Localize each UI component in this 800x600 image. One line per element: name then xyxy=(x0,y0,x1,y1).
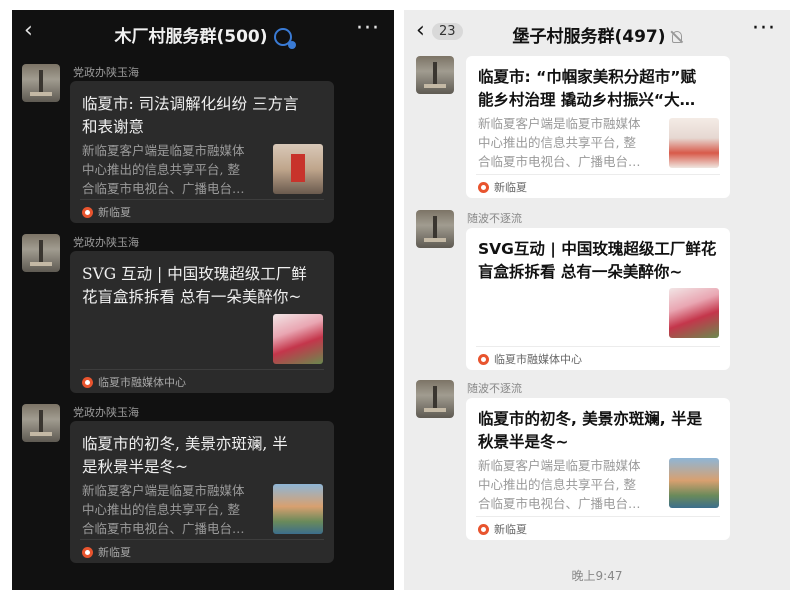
avatar[interactable] xyxy=(22,234,60,272)
card-divider xyxy=(476,174,720,175)
card-title-line: 是秋景半是冬~ xyxy=(82,458,188,476)
sender-name: 随波不逐流 xyxy=(467,212,522,225)
link-card[interactable]: SVG 互动 | 中国玫瑰超级工厂鲜 花盲盒拆拆看 总有一朵美醉你~ 临夏市融媒… xyxy=(70,251,334,393)
card-thumbnail xyxy=(273,314,323,364)
avatar[interactable] xyxy=(22,404,60,442)
card-title: 临夏市的初冬, 美景亦斑斓, 半 是秋景半是冬~ xyxy=(82,433,328,479)
chat-title: 木厂村服务群(500) xyxy=(114,27,268,47)
card-title-line: 临夏市的初冬, 美景亦斑斓, 半是 xyxy=(478,410,703,428)
more-icon[interactable]: ··· xyxy=(752,16,776,41)
card-thumbnail xyxy=(669,118,719,168)
card-thumbnail xyxy=(273,484,323,534)
avatar[interactable] xyxy=(416,210,454,248)
card-desc-line: 新临夏客户端是临夏市融媒体 xyxy=(82,143,245,158)
card-desc-line: 中心推出的信息共享平台, 整 xyxy=(82,162,240,177)
card-title-line: 盲盒拆拆看 总有一朵美醉你~ xyxy=(478,263,683,281)
sender-name: 党政办陕玉海 xyxy=(73,406,139,419)
avatar[interactable] xyxy=(416,380,454,418)
card-title-line: 秋景半是冬~ xyxy=(478,433,569,451)
left-chat-window: ‹ 木厂村服务群(500) ··· 党政办陕玉海 临夏市: 司法调解化纠纷 三方… xyxy=(12,10,394,590)
sender-name: 党政办陕玉海 xyxy=(73,236,139,249)
link-card[interactable]: 临夏市: “巾帼家美积分超市”赋 能乡村治理 撬动乡村振兴“大… 新临夏客户端是… xyxy=(466,56,730,198)
source-name: 新临夏 xyxy=(98,206,131,219)
card-divider xyxy=(80,369,324,370)
chat-message: 党政办陕玉海 临夏市的初冬, 美景亦斑斓, 半 是秋景半是冬~ 新临夏客户端是临… xyxy=(22,404,382,564)
card-title: 临夏市: “巾帼家美积分超市”赋 能乡村治理 撬动乡村振兴“大… xyxy=(478,66,728,112)
card-desc-line: 新临夏客户端是临夏市融媒体 xyxy=(478,458,641,473)
card-title-line: 能乡村治理 撬动乡村振兴“大… xyxy=(478,91,696,109)
chat-title-wrap: 木厂村服务群(500) xyxy=(12,22,394,49)
card-thumbnail xyxy=(273,144,323,194)
card-title: 临夏市的初冬, 美景亦斑斓, 半是 秋景半是冬~ xyxy=(478,408,728,454)
card-source: 新临夏 xyxy=(82,544,131,560)
card-description: 新临夏客户端是临夏市融媒体 中心推出的信息共享平台, 整 合临夏市电视台、广播电… xyxy=(478,114,666,171)
card-source: 临夏市融媒体中心 xyxy=(82,374,186,390)
card-thumbnail xyxy=(669,288,719,338)
card-desc-line: 中心推出的信息共享平台, 整 xyxy=(478,477,636,492)
source-logo-icon xyxy=(82,206,93,218)
card-desc-line: 合临夏市电视台、广播电台… xyxy=(478,154,641,169)
link-card[interactable]: 临夏市的初冬, 美景亦斑斓, 半是 秋景半是冬~ 新临夏客户端是临夏市融媒体 中… xyxy=(466,398,730,540)
card-description: 新临夏客户端是临夏市融媒体 中心推出的信息共享平台, 整 合临夏市电视台、广播电… xyxy=(82,141,267,198)
source-name: 新临夏 xyxy=(98,546,131,559)
sender-name: 随波不逐流 xyxy=(467,382,522,395)
message-timestamp: 晚上9:47 xyxy=(571,569,623,583)
card-title-line: 临夏市: “巾帼家美积分超市”赋 xyxy=(478,68,696,86)
link-card[interactable]: 临夏市的初冬, 美景亦斑斓, 半 是秋景半是冬~ 新临夏客户端是临夏市融媒体 中… xyxy=(70,421,334,563)
chat-message: 党政办陕玉海 SVG 互动 | 中国玫瑰超级工厂鲜 花盲盒拆拆看 总有一朵美醉你… xyxy=(22,234,382,394)
right-chat-window: ‹ 23 堡子村服务群(497) ··· 临夏市: “巾帼家美积分超市”赋 能乡… xyxy=(404,10,790,590)
card-title-line: 临夏市: 司法调解化纠纷 三方言 xyxy=(82,95,299,113)
source-name: 临夏市融媒体中心 xyxy=(98,376,186,389)
card-desc-line: 新临夏客户端是临夏市融媒体 xyxy=(478,116,641,131)
chat-message: 随波不逐流 SVG互动 | 中国玫瑰超级工厂鲜花 盲盒拆拆看 总有一朵美醉你~ … xyxy=(416,210,776,370)
card-source: 新临夏 xyxy=(478,521,527,537)
card-desc-line: 合临夏市电视台、广播电台… xyxy=(82,181,245,196)
card-thumbnail xyxy=(669,458,719,508)
card-title: SVG互动 | 中国玫瑰超级工厂鲜花 盲盒拆拆看 总有一朵美醉你~ xyxy=(478,238,728,284)
card-divider xyxy=(476,516,720,517)
card-description: 新临夏客户端是临夏市融媒体 中心推出的信息共享平台, 整 合临夏市电视台、广播电… xyxy=(82,481,267,538)
source-logo-icon xyxy=(478,523,489,535)
card-title: SVG 互动 | 中国玫瑰超级工厂鲜 花盲盒拆拆看 总有一朵美醉你~ xyxy=(82,263,330,309)
source-name: 新临夏 xyxy=(494,523,527,536)
card-source: 新临夏 xyxy=(478,179,527,195)
avatar[interactable] xyxy=(22,64,60,102)
chat-header: ‹ 木厂村服务群(500) ··· xyxy=(12,10,394,54)
card-divider xyxy=(80,199,324,200)
card-source: 临夏市融媒体中心 xyxy=(478,351,582,367)
chat-message: 党政办陕玉海 临夏市: 司法调解化纠纷 三方言 和表谢意 新临夏客户端是临夏市融… xyxy=(22,64,382,224)
more-icon[interactable]: ··· xyxy=(356,16,380,41)
card-title: 临夏市: 司法调解化纠纷 三方言 和表谢意 xyxy=(82,93,328,139)
sender-name: 党政办陕玉海 xyxy=(73,66,139,79)
link-card[interactable]: 临夏市: 司法调解化纠纷 三方言 和表谢意 新临夏客户端是临夏市融媒体 中心推出… xyxy=(70,81,334,223)
card-title-line: SVG 互动 | 中国玫瑰超级工厂鲜 xyxy=(82,265,307,283)
source-logo-icon xyxy=(478,353,489,365)
card-description: 新临夏客户端是临夏市融媒体 中心推出的信息共享平台, 整 合临夏市电视台、广播电… xyxy=(478,456,666,513)
card-desc-line: 中心推出的信息共享平台, 整 xyxy=(478,135,636,150)
chat-message: 随波不逐流 临夏市的初冬, 美景亦斑斓, 半是 秋景半是冬~ 新临夏客户端是临夏… xyxy=(416,380,776,540)
card-divider xyxy=(80,539,324,540)
card-desc-line: 合临夏市电视台、广播电台… xyxy=(478,496,641,511)
source-logo-icon xyxy=(82,376,93,388)
card-title-line: SVG互动 | 中国玫瑰超级工厂鲜花 xyxy=(478,240,717,258)
card-title-line: 和表谢意 xyxy=(82,118,145,136)
source-logo-icon xyxy=(478,181,489,193)
card-source: 新临夏 xyxy=(82,204,131,220)
source-name: 新临夏 xyxy=(494,181,527,194)
card-divider xyxy=(476,346,720,347)
card-title-line: 花盲盒拆拆看 总有一朵美醉你~ xyxy=(82,288,302,306)
avatar[interactable] xyxy=(416,56,454,94)
source-name: 临夏市融媒体中心 xyxy=(494,353,582,366)
link-card[interactable]: SVG互动 | 中国玫瑰超级工厂鲜花 盲盒拆拆看 总有一朵美醉你~ 临夏市融媒体… xyxy=(466,228,730,370)
source-logo-icon xyxy=(82,546,93,558)
chat-message: 临夏市: “巾帼家美积分超市”赋 能乡村治理 撬动乡村振兴“大… 新临夏客户端是… xyxy=(416,40,776,200)
card-desc-line: 中心推出的信息共享平台, 整 xyxy=(82,502,240,517)
verified-badge-icon xyxy=(273,28,296,49)
card-desc-line: 合临夏市电视台、广播电台… xyxy=(82,521,245,536)
card-title-line: 临夏市的初冬, 美景亦斑斓, 半 xyxy=(82,435,288,453)
card-desc-line: 新临夏客户端是临夏市融媒体 xyxy=(82,483,245,498)
